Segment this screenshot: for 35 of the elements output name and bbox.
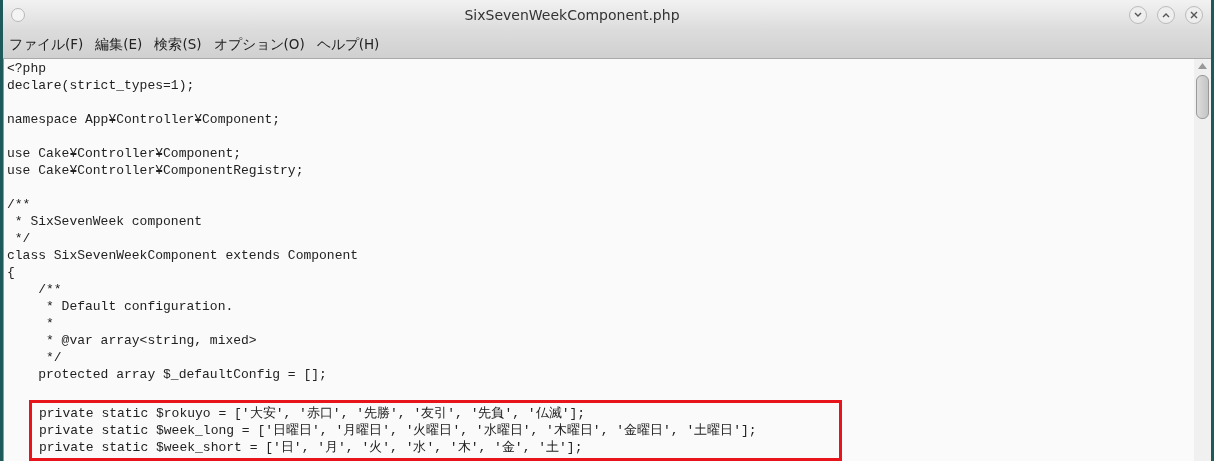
code-line: private static $week_long = ['日曜日', '月曜日', '火曜日', '水曜日', '木曜日', '金曜日', '土曜日'];	[38, 422, 758, 439]
menu-item[interactable]: 編集(E)	[93, 33, 145, 55]
code-line: * Default configuration.	[45, 298, 235, 315]
code-line: {	[6, 264, 16, 281]
code-line: <?php	[6, 60, 47, 77]
scroll-up-icon[interactable]	[1198, 63, 1207, 69]
chevron-down-icon	[1134, 12, 1142, 18]
code-line: /**	[6, 196, 32, 213]
menu-item[interactable]: ヘルプ(H)	[314, 33, 382, 55]
code-line: private static $rokuyo = ['大安', '赤口', '先勝', '友引', '先負', '仏滅'];	[38, 405, 587, 422]
menu-item[interactable]: ファイル(F)	[7, 33, 86, 55]
code-line: * @var array<string, mixed>	[45, 332, 258, 349]
code-line: */	[13, 230, 32, 247]
code-line: *	[45, 315, 55, 332]
window-title: SixSevenWeekComponent.php	[463, 5, 681, 25]
code-line: class SixSevenWeekComponent extends Component	[6, 247, 360, 264]
window-menu-icon[interactable]	[11, 8, 25, 22]
scrollbar[interactable]	[1194, 59, 1211, 461]
menu-item[interactable]: オプション(O)	[211, 33, 307, 55]
close-icon	[1190, 11, 1198, 19]
scrollbar-thumb[interactable]	[1196, 75, 1209, 119]
code-line: /**	[37, 281, 63, 298]
code-line: use Cake¥Controller¥ComponentRegistry;	[6, 162, 305, 179]
chevron-up-icon	[1162, 12, 1170, 18]
code-line: protected array $_defaultConfig = [];	[37, 366, 328, 383]
code-line: private static $week_short = ['日', '月', '火', '水', '木', '金', '土'];	[38, 439, 584, 456]
maximize-button[interactable]	[1157, 6, 1175, 24]
code-line: namespace App¥Controller¥Component;	[6, 111, 282, 128]
close-button[interactable]	[1185, 6, 1203, 24]
code-line: * SixSevenWeek component	[13, 213, 204, 230]
minimize-button[interactable]	[1129, 6, 1147, 24]
code-line: use Cake¥Controller¥Component;	[6, 145, 243, 162]
code-line: */	[45, 349, 63, 366]
menu-item[interactable]: 検索(S)	[152, 33, 204, 55]
code-line: declare(strict_types=1);	[6, 77, 196, 94]
